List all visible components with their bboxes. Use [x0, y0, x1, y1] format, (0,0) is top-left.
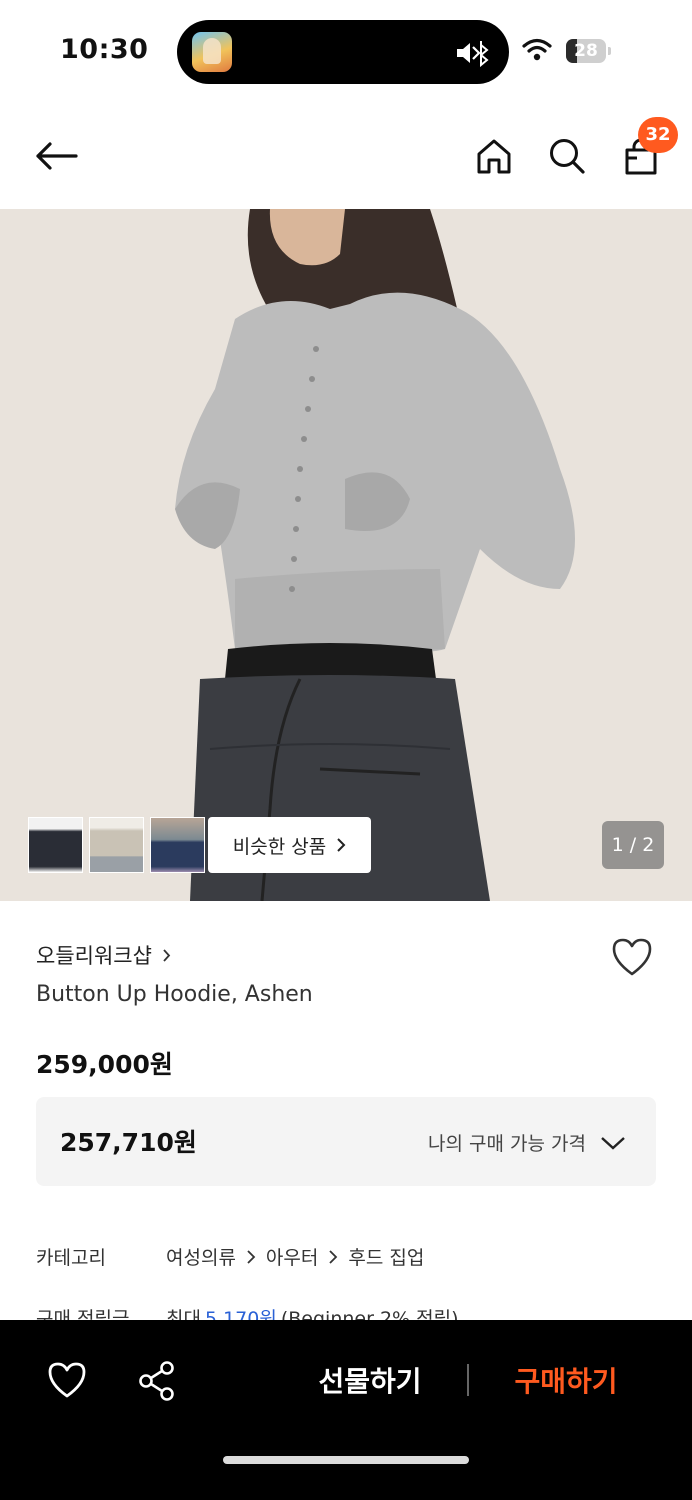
chevron-right-icon	[163, 948, 171, 962]
speaker-bluetooth-icon	[457, 41, 489, 67]
category-row: 카테고리 여성의류 아우터 후드 집업	[36, 1243, 424, 1270]
thumbnail-image[interactable]	[28, 817, 83, 873]
wifi-icon	[522, 38, 552, 61]
image-page-indicator: 1 / 2	[602, 821, 664, 869]
bottom-action-bar: 선물하기 구매하기	[0, 1320, 692, 1500]
similar-products-button[interactable]: 비슷한 상품	[208, 817, 371, 873]
category-label: 카테고리	[36, 1247, 106, 1269]
share-icon[interactable]	[136, 1360, 178, 1402]
wishlist-heart-icon[interactable]	[46, 1360, 88, 1400]
search-icon	[550, 139, 585, 174]
back-arrow-icon	[36, 142, 78, 170]
divider	[467, 1364, 469, 1396]
cart-count-badge: 32	[638, 117, 678, 153]
home-indicator[interactable]	[223, 1456, 469, 1464]
top-nav-bar	[0, 100, 692, 210]
product-name: Button Up Hoodie, Ashen	[36, 982, 313, 1007]
status-bar: 10:30 28	[0, 0, 692, 100]
battery-level: 28	[574, 41, 598, 61]
status-time: 10:30	[60, 34, 149, 65]
brand-link[interactable]: 오들리워크샵	[36, 940, 171, 970]
buy-button[interactable]: 구매하기	[496, 1360, 636, 1400]
thumbnail-image[interactable]	[89, 817, 144, 873]
back-button[interactable]	[32, 132, 80, 180]
my-price-dropdown[interactable]: 257,710원 나의 구매 가능 가격	[36, 1097, 656, 1186]
my-price-label: 나의 구매 가능 가격	[428, 1133, 586, 1155]
brand-name: 오들리워크샵	[36, 944, 152, 968]
home-button[interactable]	[470, 132, 518, 180]
category-breadcrumb: 여성의류 아우터 후드 집업	[166, 1243, 424, 1270]
battery-icon: 28	[566, 39, 606, 63]
status-indicators: 28	[522, 36, 632, 66]
my-price-value: 257,710원	[60, 1128, 197, 1157]
product-price: 259,000원	[36, 1050, 173, 1079]
chevron-down-icon	[601, 1136, 625, 1150]
chevron-right-icon	[247, 1249, 256, 1264]
wishlist-heart-icon[interactable]	[610, 936, 654, 978]
chevron-right-icon	[337, 838, 346, 852]
my-price-label-row: 나의 구매 가능 가격	[428, 1129, 626, 1156]
app-icon	[192, 32, 232, 72]
dynamic-island	[177, 20, 509, 84]
thumbnail-strip	[28, 817, 205, 873]
thumbnail-image[interactable]	[150, 817, 205, 873]
home-icon	[477, 139, 511, 174]
category-item[interactable]: 아우터	[266, 1243, 318, 1270]
category-item[interactable]: 여성의류	[166, 1243, 236, 1270]
gift-button[interactable]: 선물하기	[300, 1360, 440, 1400]
product-photo	[0, 209, 692, 901]
similar-products-label: 비슷한 상품	[232, 835, 327, 858]
battery-cap	[608, 47, 611, 55]
product-image-gallery[interactable]: 비슷한 상품 1 / 2	[0, 209, 692, 901]
chevron-right-icon	[329, 1249, 338, 1264]
search-button[interactable]	[543, 132, 591, 180]
category-item[interactable]: 후드 집업	[348, 1243, 424, 1270]
